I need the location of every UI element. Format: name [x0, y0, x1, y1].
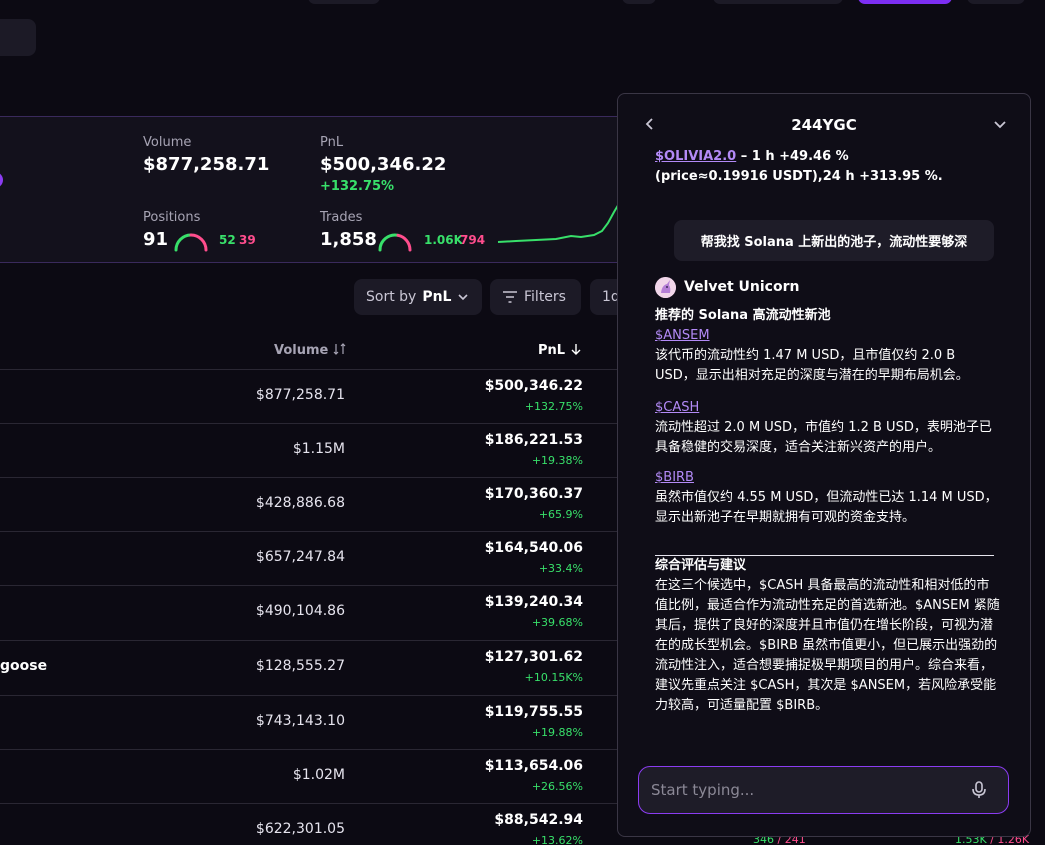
row-volume: $1.02M — [292, 767, 345, 783]
primary-button-fragment[interactable] — [858, 0, 952, 4]
filter-icon — [503, 291, 517, 303]
table-row[interactable]: goose $128,555.27 $127,301.62 +10.15K% — [0, 640, 620, 694]
column-header-pnl[interactable]: PnL — [538, 343, 582, 358]
row-volume: $622,301.05 — [255, 821, 345, 837]
tab-fragment[interactable] — [0, 19, 36, 56]
token-description: 流动性超过 2.0 M USD，市值约 1.2 B USD，表明池子已具备稳健的… — [655, 420, 992, 455]
previous-message: $OLIVIA2.0 – 1 h +49.46 % (price≈0.19916… — [655, 147, 1000, 187]
summary-heading: 综合评估与建议 — [655, 558, 747, 573]
trades-gauge-icon — [378, 233, 412, 252]
row-pnl-percent: +13.62% — [531, 834, 583, 845]
column-header-volume-label: Volume — [274, 343, 329, 358]
table-row[interactable]: $657,247.84 $164,540.06 +33.4% — [0, 531, 620, 585]
previous-message-line: (price≈0.19916 USDT),24 h +313.95 %. — [655, 169, 943, 184]
table-row[interactable]: $877,258.71 $500,346.22 +132.75% — [0, 369, 620, 423]
table-row[interactable]: $1.02M $113,654.06 +26.56% — [0, 749, 620, 803]
row-pnl: $119,755.55 — [484, 704, 583, 720]
previous-message-text: – 1 h +49.46 % — [736, 149, 849, 164]
row-pnl: $164,540.06 — [484, 540, 583, 556]
row-pnl-percent: +65.9% — [538, 508, 583, 521]
bot-reply: 推荐的 Solana 高流动性新池 $ANSEM 该代币的流动性约 1.47 M… — [655, 306, 1000, 528]
row-pnl-percent: +132.75% — [524, 400, 583, 413]
positions-gauge-icon — [174, 233, 208, 252]
token-description: 该代币的流动性约 1.47 M USD，且市值仅约 2.0 B USD，显示出相… — [655, 348, 969, 383]
chat-panel: 244YGC $OLIVIA2.0 – 1 h +49.46 % (price≈… — [617, 93, 1031, 837]
microphone-icon[interactable] — [969, 780, 989, 800]
trades-label: Trades — [320, 210, 363, 225]
row-pnl-percent: +26.56% — [531, 780, 583, 793]
positions-green: 52 — [219, 233, 236, 247]
row-volume: $743,143.10 — [255, 713, 345, 729]
row-pnl-percent: +19.38% — [531, 454, 583, 467]
token-description: 虽然市值仅约 4.55 M USD，但流动性已达 1.14 M USD，显示出新… — [655, 490, 998, 525]
row-volume: $657,247.84 — [255, 549, 345, 565]
top-button-fragment[interactable] — [308, 0, 380, 4]
token-link-birb[interactable]: $BIRB — [655, 468, 1000, 488]
row-volume: $128,555.27 — [255, 658, 345, 674]
positions-value: 91 — [143, 229, 169, 250]
arrow-down-icon — [571, 344, 581, 355]
table-row[interactable]: $1.15M $186,221.53 +19.38% — [0, 423, 620, 477]
sort-arrows-icon — [333, 343, 346, 355]
token-link-ansem[interactable]: $ANSEM — [655, 326, 1000, 346]
row-volume: $490,104.86 — [255, 603, 345, 619]
table-row[interactable]: $428,886.68 $170,360.37 +65.9% — [0, 477, 620, 531]
row-pnl: $170,360.37 — [484, 486, 583, 502]
token-link[interactable]: $OLIVIA2.0 — [655, 149, 736, 164]
top-button-fragment[interactable] — [967, 0, 1025, 4]
top-button-fragment[interactable] — [713, 0, 843, 4]
row-pnl: $139,240.34 — [484, 594, 583, 610]
table-row[interactable]: $743,143.10 $119,755.55 +19.88% — [0, 695, 620, 749]
column-header-volume[interactable]: Volume — [274, 343, 347, 358]
reply-heading: 推荐的 Solana 高流动性新池 — [655, 308, 831, 323]
pnl-label: PnL — [320, 135, 344, 150]
summary-text: 在这三个候选中，$CASH 具备最高的流动性和相对低的市值比例，最适合作为流动性… — [655, 578, 1000, 713]
bot-name: Velvet Unicorn — [684, 279, 800, 295]
token-link-cash[interactable]: $CASH — [655, 398, 1000, 418]
chevron-down-icon[interactable] — [992, 116, 1008, 132]
row-pnl: $88,542.94 — [494, 812, 583, 828]
positions-label: Positions — [143, 210, 201, 225]
volume-value: $877,258.71 — [143, 154, 270, 175]
row-pnl-percent: +33.4% — [538, 562, 583, 575]
sort-by-prefix: Sort by — [366, 289, 417, 305]
row-volume: $1.15M — [292, 441, 345, 457]
positions-pink: 39 — [239, 233, 256, 247]
table-row[interactable]: $622,301.05 $88,542.94 +13.62% — [0, 803, 620, 845]
pnl-percent: +132.75% — [320, 179, 395, 194]
avatar-unicorn-icon — [655, 277, 676, 298]
row-pnl: $113,654.06 — [484, 758, 583, 774]
chat-input[interactable] — [651, 767, 961, 813]
sort-by-value: PnL — [422, 289, 452, 305]
row-pnl-percent: +10.15K% — [524, 671, 583, 684]
row-pnl-percent: +39.68% — [531, 616, 583, 629]
row-pnl: $127,301.62 — [484, 649, 583, 665]
chat-input-box[interactable] — [638, 766, 1009, 814]
table-row[interactable]: $490,104.86 $139,240.34 +39.68% — [0, 585, 620, 639]
user-message: 帮我找 Solana 上新出的池子，流动性要够深 — [674, 220, 994, 261]
filters-label: Filters — [524, 289, 566, 305]
trades-value: 1,858 — [320, 229, 377, 250]
filters-button[interactable]: Filters — [490, 279, 581, 315]
row-pnl: $500,346.22 — [484, 378, 583, 394]
row-pnl: $186,221.53 — [484, 432, 583, 448]
row-volume: $877,258.71 — [255, 387, 345, 403]
row-name: goose — [0, 658, 48, 674]
column-header-pnl-label: PnL — [538, 343, 566, 358]
row-pnl-percent: +19.88% — [531, 726, 583, 739]
pnl-value: $500,346.22 — [320, 154, 447, 175]
sort-by-button[interactable]: Sort by PnL — [354, 279, 482, 315]
summary-section: 综合评估与建议 在这三个候选中，$CASH 具备最高的流动性和相对低的市值比例，… — [655, 556, 1000, 716]
pnl-sparkline — [497, 201, 620, 243]
trades-green: 1.06K — [424, 233, 463, 247]
trades-pink: 794 — [460, 233, 486, 247]
row-volume: $428,886.68 — [255, 495, 345, 511]
top-button-fragment[interactable] — [622, 0, 656, 4]
chat-title: 244YGC — [791, 116, 857, 134]
volume-label: Volume — [143, 135, 192, 150]
chevron-down-icon — [458, 294, 469, 301]
